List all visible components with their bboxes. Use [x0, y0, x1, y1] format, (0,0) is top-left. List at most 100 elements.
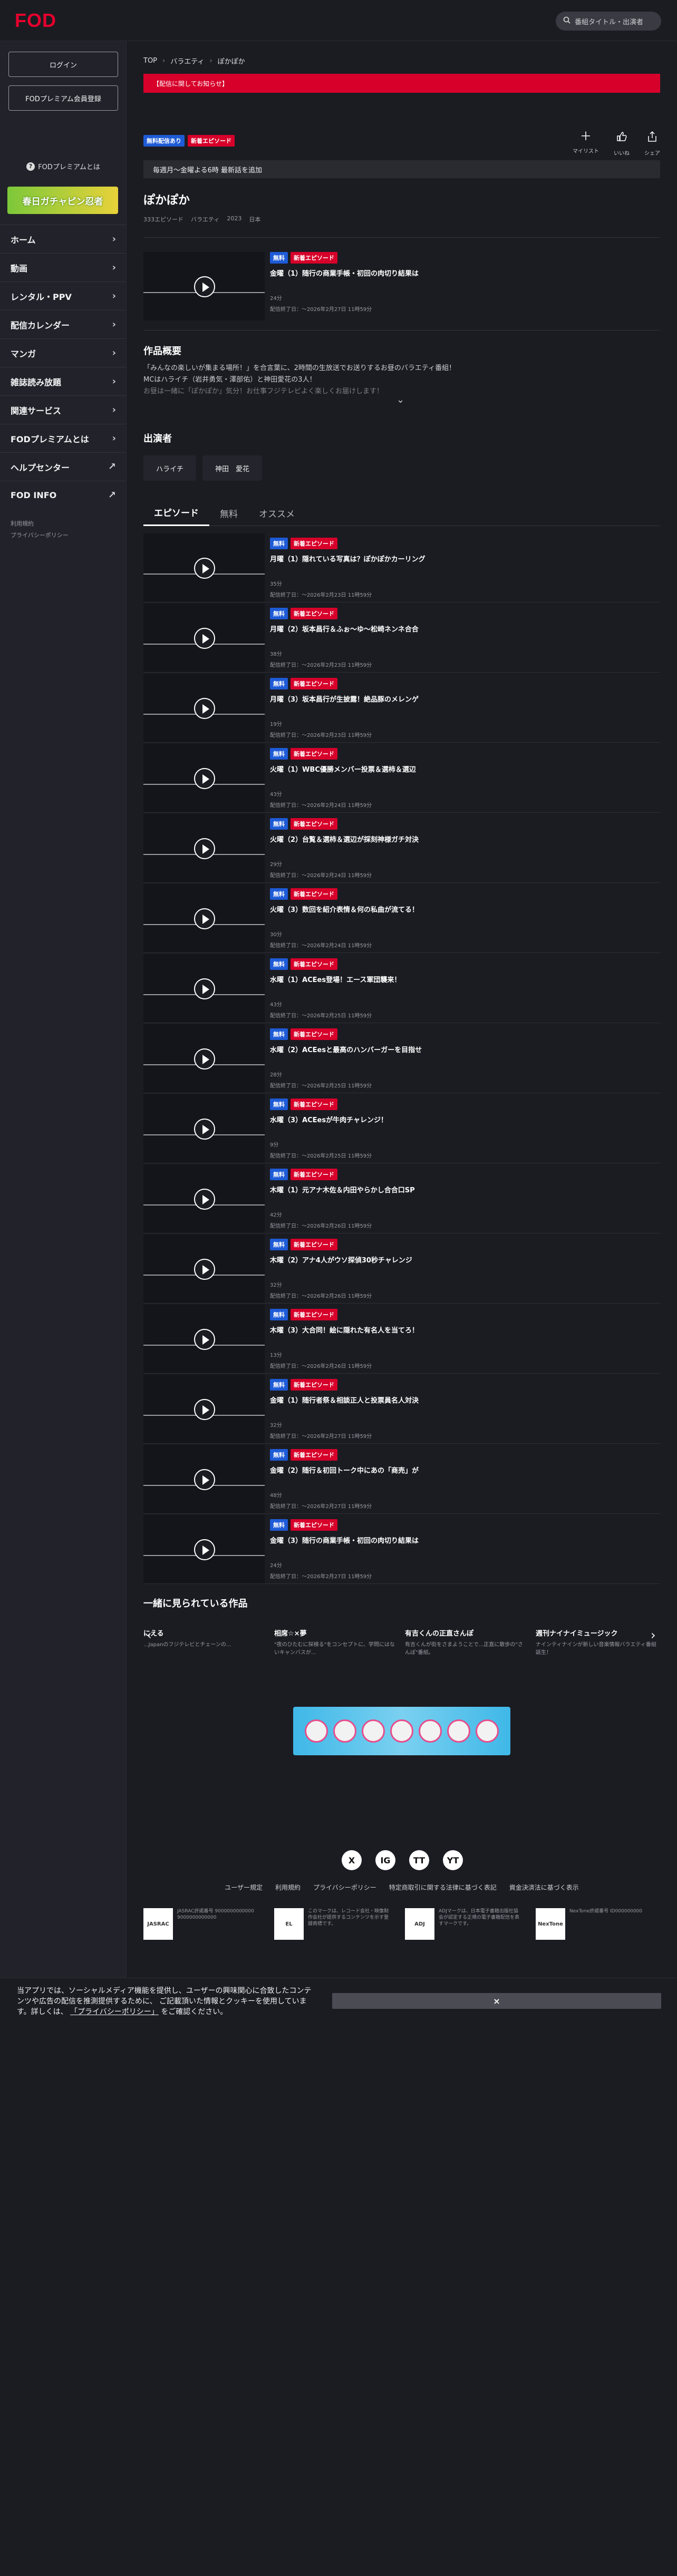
episode-row[interactable]: 無料 新着エピソード 水曜（2）ACEesと最高のハンバーガーを目指せ 28分 配信終了…	[143, 1023, 660, 1093]
footer-link[interactable]: 特定商取引に関する法律に基づく表記	[389, 1883, 497, 1892]
episode-row[interactable]: 無料 新着エピソード 水曜（1）ACEes登場！エース軍団襲来！ 43分 配信終了日：～…	[143, 953, 660, 1023]
sidebar-item-info[interactable]: FOD INFO ↗	[0, 481, 127, 509]
new-episode-badge: 新着エピソード	[291, 1519, 337, 1531]
related-card[interactable]: にえる ...Japanのフジテレビとチェーンの...	[143, 1628, 265, 1670]
episode-row[interactable]: 無料 新着エピソード 金曜（3）随行の商業手帳・初回の肉切り結果は 24分 配信終了日：…	[143, 1514, 660, 1584]
episode-row[interactable]: 無料 新着エピソード 月曜（1）隠れている写真は？ぽかぽかカーリング 35分 配信終了日…	[143, 532, 660, 602]
sidebar-item-video[interactable]: 動画 ›	[0, 253, 127, 281]
related-carousel: にえる ...Japanのフジテレビとチェーンの... 相席☆×夢 "夜のひたむに探…	[143, 1628, 660, 1670]
new-episode-badge: 新着エピソード	[291, 678, 337, 689]
episode-thumbnail[interactable]	[143, 604, 265, 672]
episode-count: 333エピソード	[143, 216, 183, 223]
related-card[interactable]: 週刊ナイナイミュージック ナインティナインが新しい音楽情報バラエティ番組誕生！	[536, 1628, 657, 1670]
cast-member[interactable]: ハライチ	[143, 455, 197, 481]
episode-thumbnail[interactable]	[143, 1445, 265, 1513]
sidebar-item-manga[interactable]: マンガ ›	[0, 338, 127, 367]
footer-link[interactable]: ユーザー規定	[225, 1883, 263, 1892]
footer-link[interactable]: 資金決済法に基づく表示	[509, 1883, 579, 1892]
sidebar-item-help[interactable]: ヘルプセンター ↗	[0, 452, 127, 481]
carousel-prev-icon[interactable]: ‹	[147, 1628, 152, 1642]
carousel-next-icon[interactable]: ›	[651, 1628, 656, 1642]
cast-member[interactable]: 神田 愛花	[202, 455, 263, 481]
youtube-icon[interactable]: YT	[443, 1850, 463, 1870]
episode-row[interactable]: 無料 新着エピソード 月曜（2）坂本昌行＆ふぉ～ゆ～松崎ネンネ合合 38分 配信終了日：…	[143, 602, 660, 673]
play-icon	[194, 628, 215, 649]
x-icon[interactable]: X	[342, 1850, 362, 1870]
breadcrumb-variety[interactable]: バラエティ	[170, 56, 204, 66]
sidebar-banner[interactable]: 春日ガチャピン忍者	[7, 187, 118, 214]
episode-thumbnail[interactable]	[143, 814, 265, 882]
episode-row[interactable]: 無料 新着エピソード 火曜（2）台覧＆選柿＆選辺が採刻神様ガチ対決 29分 配信終了日：…	[143, 813, 660, 883]
episode-row[interactable]: 無料 新着エピソード 水曜（3）ACEesが牛肉チャレンジ！ 9分 配信終了日：～202…	[143, 1093, 660, 1163]
episode-thumbnail[interactable]	[143, 1094, 265, 1163]
external-link-icon: ↗	[108, 461, 116, 472]
play-icon	[194, 1539, 215, 1560]
episode-thumbnail[interactable]	[143, 744, 265, 812]
mylist-button[interactable]: ＋ マイリスト	[573, 131, 599, 157]
cookie-close-button[interactable]: ×	[332, 1993, 661, 2009]
episode-row[interactable]: 無料 新着エピソード 木曜（1）元アナ木佐＆内田やらかし合合口SP 42分 配信終了日：…	[143, 1163, 660, 1233]
episode-thumbnail[interactable]	[143, 954, 265, 1023]
free-badge: 無料	[270, 1099, 288, 1110]
privacy-policy-link[interactable]: 「プライバシーポリシー」	[70, 2008, 159, 2016]
breadcrumb-top[interactable]: TOP	[143, 57, 157, 65]
fod-logo[interactable]: FOD	[15, 9, 56, 32]
related-card[interactable]: 相席☆×夢 "夜のひたむに探検る"をコンセプトに、学問にはないキャンバスが...	[274, 1628, 395, 1670]
episode-title: 金曜（3）随行の商業手帳・初回の肉切り結果は	[270, 1537, 419, 1545]
episode-thumbnail[interactable]	[143, 884, 265, 952]
terms-link[interactable]: 利用規約	[11, 518, 69, 530]
episode-title: 金曜（1）随行の商業手帳・初回の肉切り結果は	[270, 270, 419, 278]
sidebar-item-rental[interactable]: レンタル・PPV ›	[0, 281, 127, 310]
footer-link[interactable]: 利用規約	[275, 1883, 301, 1892]
episode-thumbnail[interactable]	[143, 1305, 265, 1373]
instagram-icon[interactable]: IG	[375, 1850, 395, 1870]
free-badge: 無料	[270, 888, 288, 900]
episode-thumbnail[interactable]	[143, 1164, 265, 1233]
episode-info: 無料 新着エピソード 金曜（2）随行＆初回トーク中にあの「商売」が 48分 配信終了日：…	[270, 1449, 650, 1510]
ad-banner[interactable]	[293, 1707, 510, 1755]
episode-row[interactable]: 無料 新着エピソード 火曜（1）WBC優勝メンバー投票＆選柿＆選辺 43分 配信終了日：…	[143, 743, 660, 813]
episode-row[interactable]: 無料 新着エピソード 金曜（1）随行者祭＆相談正人と投票員名人対決 32分 配信終了日：…	[143, 1374, 660, 1444]
expand-chevron-icon[interactable]: ⌄	[396, 394, 404, 405]
episode-thumbnail[interactable]	[143, 1234, 265, 1303]
privacy-link[interactable]: プライバシーポリシー	[11, 530, 69, 541]
tab-free[interactable]: 無料	[209, 500, 248, 526]
episode-thumbnail[interactable]	[143, 1515, 265, 1583]
episode-thumbnail[interactable]	[143, 1375, 265, 1443]
login-button[interactable]: ログイン	[8, 52, 118, 77]
episode-row[interactable]: 無料 新着エピソード 火曜（3）数回を紹介表情＆何の私曲が流てる！ 30分 配信終了日：…	[143, 883, 660, 953]
tab-recommend[interactable]: オススメ	[248, 500, 305, 526]
episode-until: 配信終了日：～2026年2月23日 11時59分	[270, 663, 372, 668]
search-box[interactable]: 番組タイトル・出演者	[556, 12, 661, 31]
new-episode-badge: 新着エピソード	[291, 1449, 337, 1461]
episode-thumbnail[interactable]	[143, 533, 265, 602]
register-button[interactable]: FODプレミアム会員登録	[8, 85, 118, 111]
episode-row[interactable]: 無料 新着エピソード 月曜（3）坂本昌行が生披露！絶品豚のメレンゲ 19分 配信終了日：…	[143, 673, 660, 743]
episode-thumbnail[interactable]	[143, 1024, 265, 1093]
sidebar-item-magazine[interactable]: 雑誌読み放題 ›	[0, 367, 127, 395]
sidebar-item-related-services[interactable]: 関連サービス ›	[0, 395, 127, 424]
cookie-text: 当アプリでは、ソーシャルメディア機能を提供し、ユーザーの興味関心に合致したコンテ…	[17, 1986, 312, 2017]
top-bar: FOD 番組タイトル・出演者	[0, 0, 677, 41]
sidebar-item-calendar[interactable]: 配信カレンダー ›	[0, 310, 127, 338]
episode-thumbnail[interactable]	[143, 252, 265, 320]
featured-episode[interactable]: 無料 新着エピソード 金曜（1）随行の商業手帳・初回の肉切り結果は 24分 配信終…	[143, 252, 660, 322]
tiktok-icon[interactable]: TT	[409, 1850, 429, 1870]
episode-until: 配信終了日：～2026年2月27日 11時59分	[270, 1434, 372, 1440]
notice-banner[interactable]: 【配信に関してお知らせ】	[143, 74, 660, 93]
tab-episode[interactable]: エピソード	[143, 500, 209, 526]
episode-duration: 24分	[270, 296, 282, 302]
episode-row[interactable]: 無料 新着エピソード 木曜（3）大合同！絵に隠れた有名人を当てろ！ 13分 配信終了日：…	[143, 1304, 660, 1374]
like-button[interactable]: いいね	[614, 131, 630, 157]
share-button[interactable]: シェア	[644, 131, 660, 157]
sidebar-item-home[interactable]: ホーム ›	[0, 225, 127, 253]
related-card[interactable]: 有吉くんの正直さんぽ 有吉くんが街をさまようことで...正直に散歩の"さんぽ"番組…	[405, 1628, 526, 1670]
episode-row[interactable]: 無料 新着エピソード 木曜（2）アナ4人がウソ探偵30秒チャレンジ 32分 配信終了日：…	[143, 1233, 660, 1304]
episode-row[interactable]: 無料 新着エピソード 金曜（2）随行＆初回トーク中にあの「商売」が 48分 配信終了日：…	[143, 1444, 660, 1514]
episode-info: 無料 新着エピソード 月曜（1）隠れている写真は？ぽかぽかカーリング 35分 配信終了日…	[270, 538, 650, 598]
genre[interactable]: バラエティ	[191, 215, 219, 223]
sidebar-item-premium[interactable]: FODプレミアムとは ›	[0, 424, 127, 452]
episode-thumbnail[interactable]	[143, 674, 265, 742]
fod-premium-about-link[interactable]: ? FODプレミアムとは	[0, 161, 127, 171]
footer-link[interactable]: プライバシーポリシー	[313, 1883, 376, 1892]
